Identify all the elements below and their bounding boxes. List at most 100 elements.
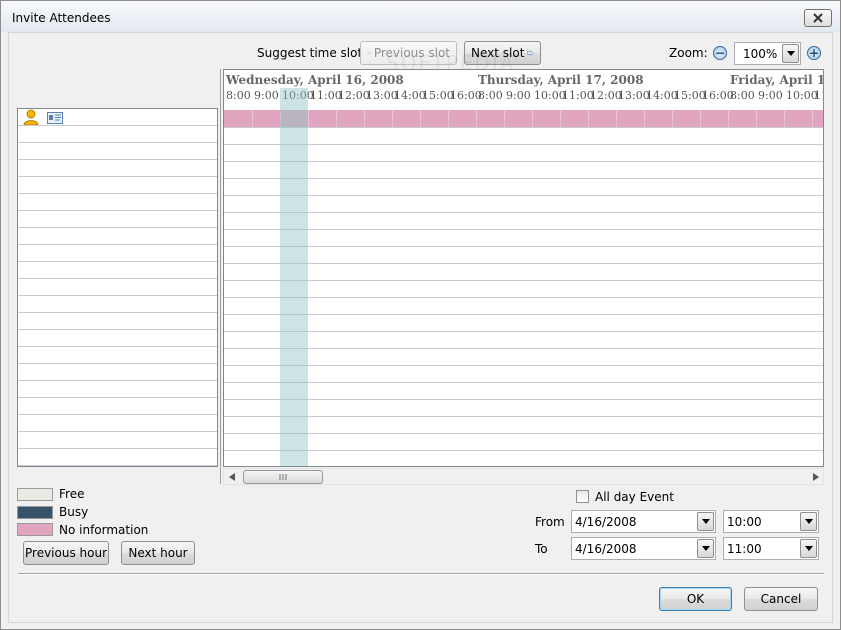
hour-label: 13:00 — [366, 89, 398, 102]
attendee-row[interactable] — [18, 245, 217, 262]
hour-label: 12:00 — [590, 89, 622, 102]
row-gridline — [224, 382, 823, 383]
scrollbar-thumb[interactable] — [243, 470, 323, 484]
pane-splitter[interactable] — [220, 69, 221, 484]
zoom-out-icon[interactable]: − — [713, 46, 727, 60]
attendee-row[interactable] — [18, 381, 217, 398]
to-label: To — [535, 542, 548, 556]
attendee-row[interactable] — [18, 347, 217, 364]
cancel-button[interactable]: Cancel — [744, 587, 818, 611]
invite-attendees-window: Invite Attendees Suggest time slot: Prev… — [0, 0, 841, 630]
attendee-row[interactable] — [18, 194, 217, 211]
row-gridline — [224, 144, 823, 145]
from-date-value: 4/16/2008 — [575, 515, 637, 529]
attendee-row[interactable] — [18, 330, 217, 347]
row-gridline — [224, 348, 823, 349]
chevron-down-icon — [701, 519, 710, 524]
hour-label: 15:00 — [422, 89, 454, 102]
from-time-picker[interactable]: 10:00 — [723, 510, 819, 533]
hour-gridline — [672, 110, 673, 127]
selected-time-band[interactable] — [280, 88, 308, 466]
attendee-row[interactable] — [18, 296, 217, 313]
freebusy-row-no-information — [224, 110, 823, 127]
hour-label: 16:00 — [702, 89, 734, 102]
legend-free-label: Free — [59, 487, 85, 501]
attendee-row[interactable] — [18, 126, 217, 143]
attendee-row[interactable] — [18, 228, 217, 245]
zoom-value: 100% — [743, 47, 778, 61]
attendee-list[interactable] — [17, 108, 218, 467]
legend-no-information-swatch — [17, 523, 53, 536]
hour-label: 15:00 — [674, 89, 706, 102]
from-date-picker[interactable]: 4/16/2008 — [571, 510, 716, 533]
hour-gridline — [364, 110, 365, 127]
legend-busy-swatch — [17, 506, 53, 519]
attendee-row[interactable] — [18, 432, 217, 449]
hour-gridline — [504, 110, 505, 127]
from-date-dropdown-arrow[interactable] — [697, 512, 714, 531]
attendee-row[interactable] — [18, 262, 217, 279]
attendee-row[interactable] — [18, 415, 217, 432]
contact-card-icon — [47, 112, 63, 124]
zoom-select[interactable]: 100% — [734, 42, 801, 65]
hour-gridline — [336, 110, 337, 127]
row-gridline — [224, 331, 823, 332]
from-label: From — [535, 515, 565, 529]
row-gridline — [224, 127, 823, 128]
to-time-picker[interactable]: 11:00 — [723, 537, 819, 560]
legend-free-swatch — [17, 488, 53, 501]
row-gridline — [224, 450, 823, 451]
day-header: Thursday, April 17, 2008 — [478, 73, 644, 87]
row-gridline — [224, 263, 823, 264]
hour-gridline — [560, 110, 561, 127]
row-gridline — [224, 365, 823, 366]
timeline-header: Wednesday, April 16, 2008 Thursday, Apri… — [224, 70, 823, 108]
next-hour-button[interactable]: Next hour — [121, 541, 195, 565]
attendee-row[interactable] — [18, 313, 217, 330]
zoom-in-icon[interactable]: + — [807, 46, 821, 60]
to-date-picker[interactable]: 4/16/2008 — [571, 537, 716, 560]
attendee-row-organizer[interactable] — [18, 109, 217, 126]
close-button[interactable] — [804, 9, 832, 27]
row-gridline — [224, 161, 823, 162]
timeline-horizontal-scrollbar[interactable] — [223, 468, 824, 485]
hour-gridline — [644, 110, 645, 127]
hour-gridline — [812, 110, 813, 127]
to-time-dropdown-arrow[interactable] — [800, 539, 817, 558]
ok-button[interactable]: OK — [659, 587, 732, 611]
attendee-row[interactable] — [18, 211, 217, 228]
day-header: Wednesday, April 16, 2008 — [226, 73, 404, 87]
attendee-row[interactable] — [18, 279, 217, 296]
scroll-left-icon[interactable] — [229, 473, 235, 481]
hour-label: 11:00 — [562, 89, 594, 102]
footer-separator — [18, 573, 824, 575]
hour-label: 8:00 — [730, 89, 755, 102]
zoom-dropdown-arrow[interactable] — [782, 44, 799, 63]
attendee-row[interactable] — [18, 177, 217, 194]
close-icon — [813, 13, 823, 23]
attendee-row[interactable] — [18, 398, 217, 415]
attendee-row[interactable] — [18, 449, 217, 466]
scroll-right-icon[interactable] — [813, 473, 819, 481]
attendee-row[interactable] — [18, 364, 217, 381]
hour-label: 10:00 — [786, 89, 818, 102]
hour-label: 11:00 — [310, 89, 342, 102]
arrow-right-icon — [527, 50, 534, 56]
all-day-event-checkbox[interactable] — [576, 490, 589, 503]
row-gridline — [224, 416, 823, 417]
freebusy-timeline[interactable]: Wednesday, April 16, 2008 Thursday, Apri… — [223, 69, 824, 467]
row-gridline — [224, 195, 823, 196]
hour-label: 8:00 — [226, 89, 251, 102]
attendee-row[interactable] — [18, 160, 217, 177]
from-time-dropdown-arrow[interactable] — [800, 512, 817, 531]
row-gridline — [224, 399, 823, 400]
to-date-dropdown-arrow[interactable] — [697, 539, 714, 558]
previous-hour-button[interactable]: Previous hour — [23, 541, 109, 565]
hour-label: 12:00 — [338, 89, 370, 102]
hour-gridline — [448, 110, 449, 127]
legend-no-information-label: No information — [59, 523, 149, 537]
hour-gridline — [616, 110, 617, 127]
hour-label: 9:00 — [758, 89, 783, 102]
attendee-row[interactable] — [18, 143, 217, 160]
row-gridline — [224, 178, 823, 179]
